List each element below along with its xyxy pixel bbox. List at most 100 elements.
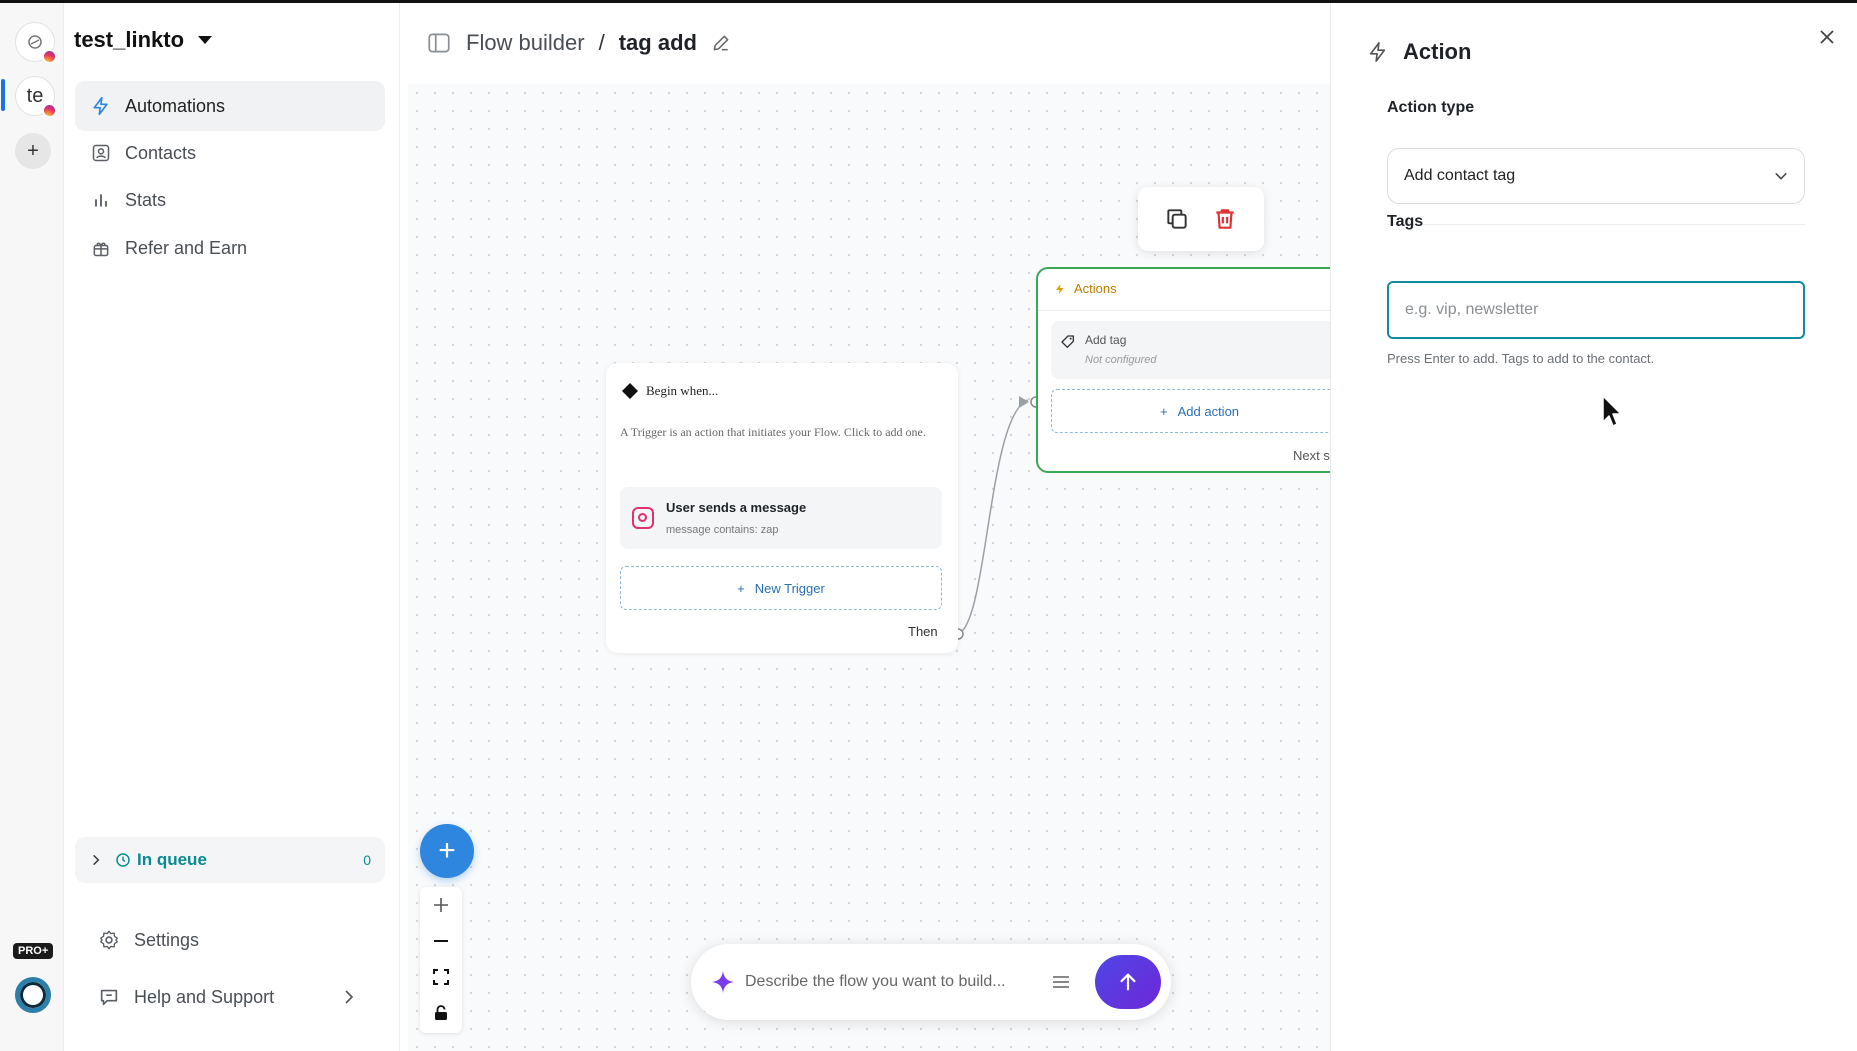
account-avatar-1[interactable] <box>15 22 57 64</box>
sidebar-item-contacts[interactable]: Contacts <box>75 128 385 178</box>
tags-label: Tags <box>1387 213 1424 230</box>
account-rail: te + PRO+ <box>0 3 64 1051</box>
sidebar-item-label: Stats <box>125 189 167 210</box>
settings-link[interactable]: Settings <box>98 929 358 951</box>
delete-icon[interactable] <box>1212 206 1238 232</box>
breadcrumb-separator: / <box>598 30 605 55</box>
caret-down-icon <box>198 36 213 44</box>
panel-header: Action <box>1367 39 1471 65</box>
chevron-down-icon <box>1775 172 1787 180</box>
sidebar-item-label: Refer and Earn <box>125 237 248 258</box>
plus-icon: + <box>438 834 456 867</box>
pro-badge: PRO+ <box>13 943 54 959</box>
gift-icon <box>93 242 109 257</box>
ai-prompt-bar <box>691 944 1171 1020</box>
actions-node[interactable]: Actions Add tag Not configured + Add act… <box>1036 267 1330 473</box>
fit-view-icon <box>433 969 449 985</box>
node-toolbar <box>1138 187 1264 251</box>
new-trigger-button[interactable]: + New Trigger <box>620 566 942 610</box>
workspace-switcher[interactable]: test_linkto <box>74 27 213 53</box>
trigger-node-description: A Trigger is an action that initiates yo… <box>620 425 926 439</box>
tags-input[interactable] <box>1387 281 1805 339</box>
ai-prompt-input[interactable] <box>745 973 1045 991</box>
account-avatar-2[interactable]: te <box>15 76 57 118</box>
close-panel-button[interactable] <box>1819 25 1835 51</box>
sidebar-item-automations[interactable]: Automations <box>75 81 385 131</box>
help-support-link[interactable]: Help and Support <box>98 986 358 1008</box>
chevron-right-icon <box>93 854 100 866</box>
app-logo-icon[interactable] <box>15 977 51 1013</box>
panel-title: Action <box>1403 39 1472 64</box>
in-queue-toggle[interactable]: In queue 0 <box>75 837 385 883</box>
trigger-node-title: Begin when... <box>646 383 719 398</box>
sidebar-item-label: Automations <box>125 95 226 116</box>
arrow-up-icon <box>1120 973 1136 991</box>
trigger-item-subtitle: message contains: zap <box>666 524 779 536</box>
clock-icon <box>116 853 130 867</box>
active-account-indicator <box>1 79 5 111</box>
bar-chart-icon <box>95 194 107 207</box>
tags-help-text: Press Enter to add. Tags to add to the c… <box>1387 351 1655 366</box>
flow-canvas[interactable]: Begin when... A Trigger is an action tha… <box>408 84 1330 1051</box>
trigger-node-header: Begin when... <box>622 383 718 399</box>
sparkle-icon <box>712 971 734 993</box>
add-action-button[interactable]: + Add action <box>1051 389 1330 433</box>
contact-icon <box>92 144 110 162</box>
action-item-add-tag[interactable]: Add tag Not configured <box>1051 321 1330 379</box>
bolt-icon <box>1369 42 1386 62</box>
in-queue-label: In queue <box>137 850 207 869</box>
minus-icon <box>434 940 448 942</box>
trigger-item[interactable]: User sends a message message contains: z… <box>620 487 942 549</box>
gear-icon <box>100 930 118 950</box>
close-icon <box>1820 30 1834 44</box>
zoom-out-button[interactable] <box>420 923 462 959</box>
duplicate-icon[interactable] <box>1164 206 1190 232</box>
send-prompt-button[interactable] <box>1095 955 1161 1009</box>
next-step-label: Next s <box>1293 448 1330 463</box>
lock-button[interactable] <box>420 995 462 1031</box>
instagram-icon <box>632 507 654 529</box>
sidebar-item-refer[interactable]: Refer and Earn <box>75 223 385 273</box>
help-chat-icon <box>100 989 118 1006</box>
trigger-diamond-icon <box>622 383 638 399</box>
zoom-in-button[interactable] <box>420 887 462 923</box>
sidebar: test_linkto Automations Contacts Stats R… <box>64 3 400 1051</box>
sidebar-item-label: Contacts <box>125 142 197 163</box>
action-type-select[interactable]: Add contact tag <box>1387 148 1805 204</box>
new-trigger-label: New Trigger <box>754 580 825 596</box>
trigger-node[interactable]: Begin when... A Trigger is an action tha… <box>606 363 958 653</box>
zoom-controls <box>420 887 462 1033</box>
add-action-label: Add action <box>1177 403 1240 419</box>
tag-icon <box>1061 335 1074 348</box>
account-initials: te <box>26 84 44 107</box>
plus-icon <box>434 898 448 912</box>
settings-label: Settings <box>134 929 200 950</box>
action-type-label: Action type <box>1387 99 1475 116</box>
workspace-name: test_linkto <box>74 27 185 52</box>
add-account-button[interactable]: + <box>15 133 51 169</box>
edit-pencil-icon[interactable] <box>711 33 731 53</box>
instagram-badge-icon <box>42 49 57 64</box>
trigger-item-title: User sends a message <box>666 500 807 515</box>
menu-lines-icon[interactable] <box>1051 972 1071 992</box>
instagram-badge-icon <box>42 103 57 118</box>
panel-divider <box>1387 224 1805 225</box>
breadcrumb-flow-builder[interactable]: Flow builder <box>466 30 585 56</box>
chevron-right-icon <box>345 990 354 1004</box>
flow-name: tag add <box>618 30 697 55</box>
action-item-status: Not configured <box>1085 354 1157 366</box>
bolt-icon <box>1056 283 1064 294</box>
add-account-label: + <box>27 139 39 162</box>
action-type-value: Add contact tag <box>1404 167 1516 184</box>
action-panel: Action Action type Add contact tag Tags … <box>1330 3 1857 1051</box>
actions-node-title: Actions <box>1074 281 1117 296</box>
action-item-title: Add tag <box>1085 333 1127 347</box>
page-header: Flow builder / tag add <box>400 3 1330 83</box>
then-label: Then <box>908 624 938 639</box>
add-node-button[interactable]: + <box>420 824 474 878</box>
sidebar-item-stats[interactable]: Stats <box>75 175 385 225</box>
lock-icon <box>435 1005 447 1020</box>
fit-view-button[interactable] <box>420 959 462 995</box>
sidebar-toggle-icon[interactable] <box>426 30 452 56</box>
actions-node-header: Actions <box>1054 281 1117 296</box>
